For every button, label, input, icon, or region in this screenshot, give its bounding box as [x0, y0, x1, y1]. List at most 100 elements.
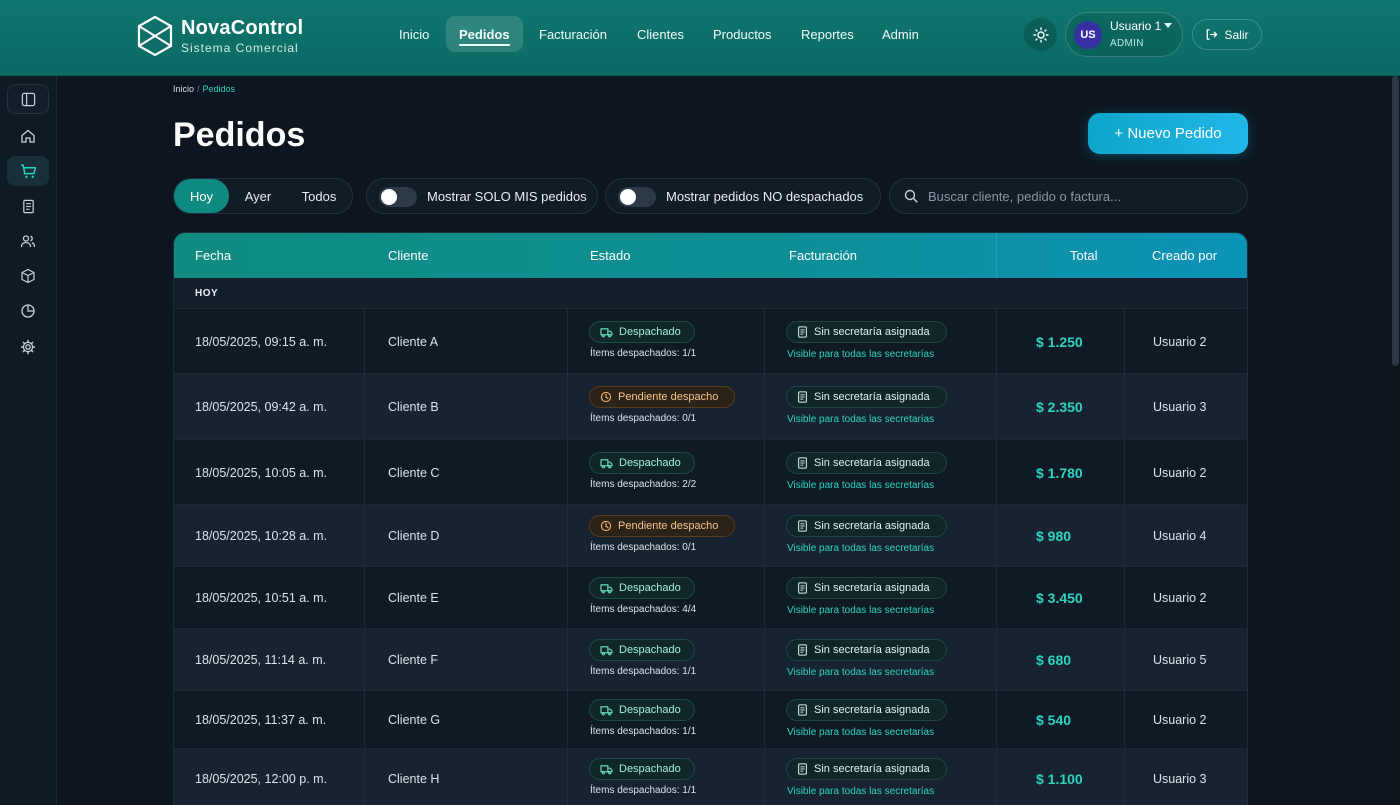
toggle-mis-pedidos-label: Mostrar SOLO MIS pedidos — [427, 189, 587, 204]
invoice-icon — [798, 704, 807, 716]
cell-cliente: Cliente E — [388, 591, 439, 605]
table-row[interactable]: 18/05/2025, 10:51 a. m. Cliente E Despacha… — [174, 567, 1247, 629]
nav-inicio[interactable]: Inicio — [386, 16, 442, 52]
theme-toggle-button[interactable] — [1024, 18, 1057, 51]
column-divider — [364, 691, 365, 749]
column-divider — [567, 374, 568, 440]
user-menu[interactable]: US Usuario 1 ADMIN — [1065, 12, 1183, 57]
col-fecha[interactable]: Fecha — [195, 248, 231, 263]
column-divider — [764, 440, 765, 505]
toggle-switch[interactable] — [379, 187, 417, 207]
col-facturacion[interactable]: Facturación — [789, 248, 857, 263]
sidebar-toggle-button[interactable] — [7, 84, 49, 114]
sidebar-item-clientes[interactable] — [7, 226, 49, 256]
segment-hoy[interactable]: Hoy — [174, 179, 229, 213]
status-label: Despachado — [619, 704, 681, 716]
chevron-down-icon — [1164, 23, 1172, 28]
clock-truck-icon — [600, 391, 612, 403]
billing-badge: Sin secretaría asignada — [786, 515, 947, 537]
cell-creado-por: Usuario 3 — [1153, 400, 1207, 414]
toggle-switch[interactable] — [618, 187, 656, 207]
cell-creado-por: Usuario 2 — [1153, 713, 1207, 727]
column-divider — [567, 440, 568, 505]
invoice-icon — [798, 520, 807, 532]
nav-admin[interactable]: Admin — [869, 16, 932, 52]
column-divider — [996, 505, 997, 567]
group-label: HOY — [195, 288, 219, 299]
column-divider — [996, 374, 997, 440]
logo-icon — [137, 15, 173, 57]
truck-icon — [600, 458, 613, 468]
cell-cliente: Cliente H — [388, 772, 440, 786]
table-row[interactable]: 18/05/2025, 09:42 a. m. Cliente B Pendient… — [174, 374, 1247, 440]
segment-todos[interactable]: Todos — [288, 179, 350, 213]
toggle-mis-pedidos[interactable]: Mostrar SOLO MIS pedidos — [366, 178, 598, 214]
cell-cliente: Cliente D — [388, 529, 440, 543]
sidebar-item-pedidos[interactable] — [7, 156, 49, 186]
cell-total: $ 1.100 — [1036, 771, 1083, 787]
cell-total: $ 2.350 — [1036, 399, 1083, 415]
column-divider — [1124, 374, 1125, 440]
cell-total: $ 680 — [1036, 652, 1072, 668]
items-despachados: Ítems despachados: 2/2 — [590, 479, 697, 490]
sidebar-item-facturacion[interactable] — [7, 191, 49, 221]
new-order-button[interactable]: + Nuevo Pedido — [1088, 113, 1248, 154]
table-row[interactable]: 18/05/2025, 10:28 a. m. Cliente D Pendient… — [174, 505, 1247, 567]
col-estado[interactable]: Estado — [590, 248, 630, 263]
nav-productos[interactable]: Productos — [700, 16, 785, 52]
status-badge: Despachado — [589, 577, 695, 599]
items-despachados: Ítems despachados: 0/1 — [590, 413, 697, 424]
cell-cliente: Cliente F — [388, 653, 439, 667]
sidebar-item-admin[interactable] — [7, 332, 49, 362]
toggle-no-despachados[interactable]: Mostrar pedidos NO despachados — [605, 178, 881, 214]
cell-cliente: Cliente A — [388, 335, 439, 349]
sun-icon — [1032, 26, 1049, 43]
items-despachados: Ítems despachados: 1/1 — [590, 348, 697, 359]
cell-fecha: 18/05/2025, 10:51 a. m. — [195, 591, 328, 605]
billing-badge: Sin secretaría asignada — [786, 699, 947, 721]
billing-label: Sin secretaría asignada — [814, 391, 930, 403]
visibility-note: Visible para todas las secretarías — [787, 414, 935, 425]
search-box — [889, 178, 1248, 214]
col-creado-por[interactable]: Creado por — [1152, 248, 1217, 263]
status-badge: Pendiente despacho — [589, 515, 735, 537]
column-divider — [567, 505, 568, 567]
billing-badge: Sin secretaría asignada — [786, 758, 947, 780]
truck-icon — [600, 645, 613, 655]
nav-facturacion[interactable]: Facturación — [526, 16, 620, 52]
table-row[interactable]: 18/05/2025, 11:37 a. m. Cliente G Despacha… — [174, 691, 1247, 749]
scrollbar-thumb[interactable] — [1392, 76, 1399, 366]
scrollbar[interactable] — [1391, 76, 1400, 805]
breadcrumb-home[interactable]: Inicio — [173, 84, 194, 94]
search-input[interactable] — [928, 179, 1228, 213]
page-title: Pedidos — [173, 116, 306, 154]
breadcrumb-current: Pedidos — [202, 84, 236, 94]
status-label: Despachado — [619, 326, 681, 338]
status-label: Pendiente despacho — [618, 391, 719, 403]
visibility-note: Visible para todas las secretarías — [787, 543, 935, 554]
column-divider — [364, 505, 365, 567]
table-row[interactable]: 18/05/2025, 09:15 a. m. Cliente A Despacha… — [174, 309, 1247, 374]
segment-ayer[interactable]: Ayer — [231, 179, 285, 213]
logout-button[interactable]: Salir — [1192, 19, 1262, 50]
column-divider — [567, 749, 568, 805]
table-row[interactable]: 18/05/2025, 12:00 p. m. Cliente H Despacha… — [174, 749, 1247, 805]
sidebar-item-inicio[interactable] — [7, 121, 49, 151]
nav-reportes[interactable]: Reportes — [788, 16, 867, 52]
table-row[interactable]: 18/05/2025, 10:05 a. m. Cliente C Despacha… — [174, 440, 1247, 505]
col-total[interactable]: Total — [1070, 248, 1097, 263]
column-divider — [567, 691, 568, 749]
chart-pie-icon — [21, 304, 35, 318]
invoice-icon — [798, 457, 807, 469]
col-cliente[interactable]: Cliente — [388, 248, 428, 263]
sidebar-item-reportes[interactable] — [7, 296, 49, 326]
column-divider — [764, 567, 765, 629]
nav-pedidos[interactable]: Pedidos — [446, 16, 523, 52]
sidebar-item-productos[interactable] — [7, 261, 49, 291]
nav-clientes[interactable]: Clientes — [624, 16, 697, 52]
truck-icon — [600, 705, 613, 715]
table-row[interactable]: 18/05/2025, 11:14 a. m. Cliente F Despacha… — [174, 629, 1247, 691]
status-badge: Despachado — [589, 699, 695, 721]
billing-label: Sin secretaría asignada — [814, 763, 930, 775]
cell-fecha: 18/05/2025, 10:05 a. m. — [195, 466, 328, 480]
